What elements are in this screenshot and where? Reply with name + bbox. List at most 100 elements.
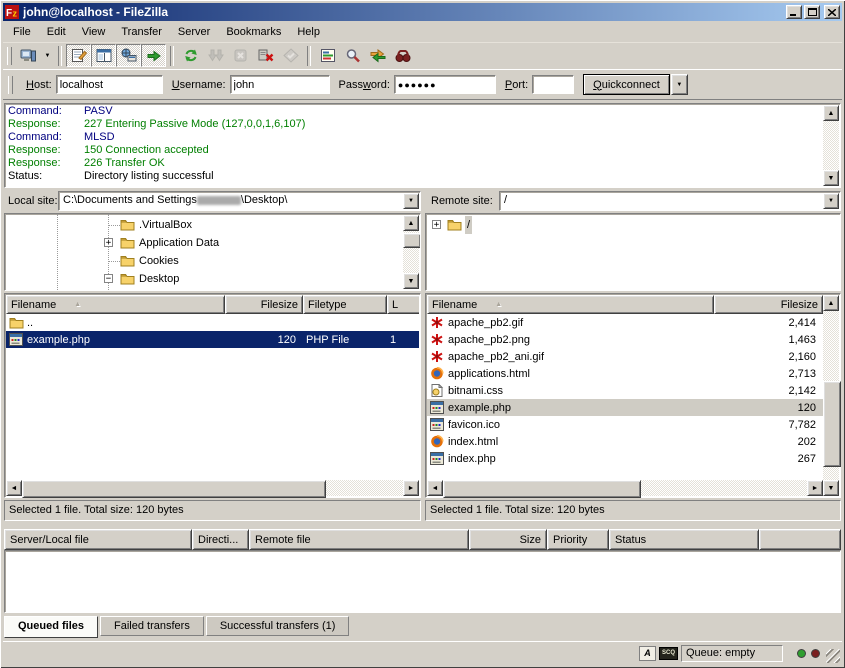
tree-item-cookies[interactable]: Cookies (6, 252, 403, 270)
expand-icon[interactable]: + (104, 238, 113, 247)
file-row-example-php[interactable]: example.php120PHP File1 (6, 331, 419, 348)
menu-item-bookmarks[interactable]: Bookmarks (218, 24, 289, 40)
queue-column-status[interactable]: Status (609, 529, 759, 550)
toggle-transfer-queue-button[interactable] (141, 44, 166, 67)
menu-item-transfer[interactable]: Transfer (113, 24, 170, 40)
process-queue-button[interactable] (203, 44, 228, 67)
scroll-left-icon[interactable]: ◄ (427, 480, 443, 496)
local-tree-scrollbar[interactable]: ▲ ▼ (403, 215, 419, 289)
scroll-up-icon[interactable]: ▲ (823, 105, 839, 121)
menu-item-edit[interactable]: Edit (39, 24, 74, 40)
app-icon[interactable]: Fz (5, 5, 19, 19)
synchronized-browsing-button[interactable] (365, 44, 390, 67)
scrollbar-thumb[interactable] (403, 233, 421, 248)
queue-column-size[interactable]: Size (469, 529, 547, 550)
column-header-l[interactable]: L (387, 295, 419, 314)
local-hscrollbar[interactable]: ◄ ► (6, 480, 419, 496)
file-search-button[interactable] (390, 44, 415, 67)
tree-item-desktop[interactable]: −Desktop (6, 270, 403, 288)
refresh-button[interactable] (178, 44, 203, 67)
file-row-applications-html[interactable]: applications.html2,713 (427, 365, 823, 382)
minimize-button[interactable] (786, 5, 802, 19)
scroll-right-icon[interactable]: ► (403, 480, 419, 496)
menu-item-view[interactable]: View (74, 24, 114, 40)
remote-vscrollbar[interactable]: ▲ ▼ (823, 295, 839, 496)
scroll-left-icon[interactable]: ◄ (6, 480, 22, 496)
host-label: Host: (26, 79, 52, 91)
queue-column-remote-file[interactable]: Remote file (249, 529, 469, 550)
file-row-bitnami-css[interactable]: bitnami.css2,142 (427, 382, 823, 399)
password-input[interactable] (394, 75, 496, 94)
scrollbar-thumb[interactable] (823, 381, 841, 467)
tree-item-root[interactable]: +/ (427, 216, 839, 234)
scroll-down-icon[interactable]: ▼ (823, 480, 839, 496)
combo-dropdown-icon[interactable]: ▼ (823, 193, 839, 209)
remote-treeview-icon (121, 48, 137, 63)
column-header-filename[interactable]: Filename▲ (6, 295, 225, 314)
scroll-down-icon[interactable]: ▼ (823, 170, 839, 186)
toggle-remote-tree-button[interactable] (116, 44, 141, 67)
site-manager-dropdown-icon[interactable]: ▼ (41, 44, 54, 67)
scroll-up-icon[interactable]: ▲ (823, 295, 839, 311)
menu-item-help[interactable]: Help (289, 24, 328, 40)
file-row-example-php[interactable]: example.php120 (427, 399, 823, 416)
quickconnect-button[interactable]: Quickconnect (583, 74, 670, 95)
host-input[interactable] (56, 75, 163, 94)
file-row-apache-pb2-png[interactable]: apache_pb2.png1,463 (427, 331, 823, 348)
file-row-apache-pb2-ani-gif[interactable]: apache_pb2_ani.gif2,160 (427, 348, 823, 365)
quickconnect-dropdown-icon[interactable]: ▼ (671, 74, 688, 95)
close-button[interactable] (824, 5, 840, 19)
maximize-button[interactable] (804, 5, 820, 19)
tab-successful-transfers-1[interactable]: Successful transfers (1) (206, 616, 350, 636)
file-row-index-php[interactable]: index.php267 (427, 450, 823, 467)
scrollbar-thumb[interactable] (443, 480, 641, 498)
tab-queued-files[interactable]: Queued files (4, 616, 98, 638)
remote-site-combobox[interactable]: / ▼ (499, 191, 841, 211)
quickconnect-grip[interactable] (8, 76, 13, 94)
transfer-queue-list[interactable] (4, 550, 841, 613)
toolbar-grip[interactable] (7, 47, 12, 65)
queue-column-directi[interactable]: Directi... (192, 529, 249, 550)
file-row-favicon-ico[interactable]: favicon.ico7,782 (427, 416, 823, 433)
menu-item-file[interactable]: File (5, 24, 39, 40)
file-type-cell: PHP File (303, 331, 387, 348)
reconnect-button[interactable] (278, 44, 303, 67)
log-scrollbar[interactable]: ▲ ▼ (823, 105, 839, 186)
toggle-message-log-button[interactable] (66, 44, 91, 67)
directory-comparison-button[interactable] (315, 44, 340, 67)
collapse-icon[interactable]: − (104, 274, 113, 283)
tree-item-virtualbox[interactable]: .VirtualBox (6, 216, 403, 234)
cancel-operation-button[interactable] (228, 44, 253, 67)
scroll-up-icon[interactable]: ▲ (403, 215, 419, 231)
column-header-filetype[interactable]: Filetype (303, 295, 387, 314)
file-row-item[interactable]: .. (6, 314, 419, 331)
username-input[interactable] (230, 75, 330, 94)
file-size-cell: 202 (714, 433, 823, 450)
port-input[interactable] (532, 75, 574, 94)
scrollbar-thumb[interactable] (22, 480, 326, 498)
resize-grip[interactable] (826, 649, 840, 663)
column-header-filesize[interactable]: Filesize (225, 295, 303, 314)
disconnect-button[interactable] (253, 44, 278, 67)
combo-dropdown-icon[interactable]: ▼ (403, 193, 419, 209)
menu-item-server[interactable]: Server (170, 24, 218, 40)
file-row-apache-pb2-gif[interactable]: apache_pb2.gif2,414 (427, 314, 823, 331)
site-manager-button[interactable] (16, 44, 41, 67)
local-site-combobox[interactable]: C:\Documents and Settings\Desktop\ ▼ (58, 191, 421, 211)
queue-column-server-local-file[interactable]: Server/Local file (4, 529, 192, 550)
column-header-filesize[interactable]: Filesize (714, 295, 823, 314)
cancel-icon (233, 48, 249, 63)
queue-column-priority[interactable]: Priority (547, 529, 609, 550)
remote-hscrollbar[interactable]: ◄ ► (427, 480, 823, 496)
password-label: Password: (339, 79, 390, 91)
title-bar[interactable]: Fz john@localhost - FileZilla (3, 3, 842, 21)
filter-button[interactable] (340, 44, 365, 67)
tab-failed-transfers[interactable]: Failed transfers (100, 616, 204, 636)
column-header-filename[interactable]: Filename▲ (427, 295, 714, 314)
toggle-local-tree-button[interactable] (91, 44, 116, 67)
expand-icon[interactable]: + (432, 220, 441, 229)
tree-item-application-data[interactable]: +Application Data (6, 234, 403, 252)
scroll-down-icon[interactable]: ▼ (403, 273, 419, 289)
file-row-index-html[interactable]: index.html202 (427, 433, 823, 450)
scroll-right-icon[interactable]: ► (807, 480, 823, 496)
